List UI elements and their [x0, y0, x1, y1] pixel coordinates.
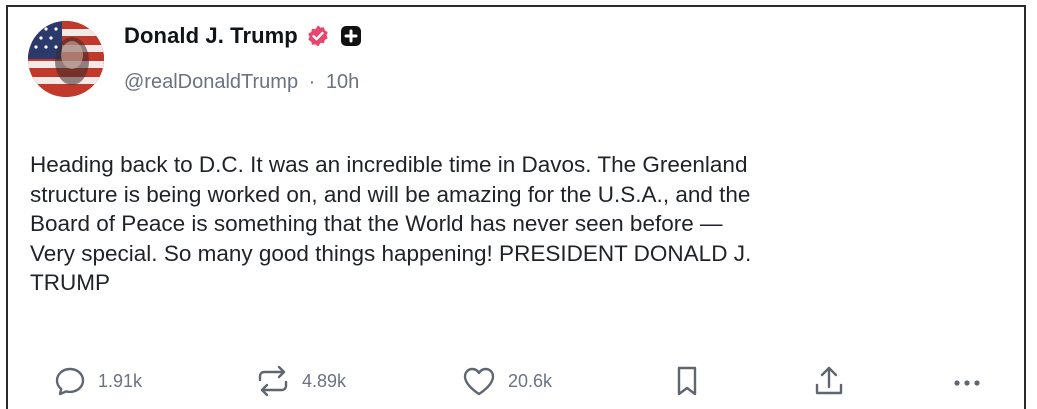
repost-count: 4.89k: [302, 370, 347, 391]
plus-badge-icon: [340, 25, 362, 47]
reply-count: 1.91k: [98, 370, 143, 391]
reply-icon: [52, 363, 88, 399]
verified-icon: [306, 24, 330, 48]
post-body-text: Heading back to D.C. It was an incredibl…: [30, 152, 752, 295]
bookmark-button[interactable]: [671, 361, 703, 401]
like-button[interactable]: 20.6k: [460, 361, 552, 401]
like-count: 20.6k: [508, 370, 553, 391]
bookmark-icon: [671, 363, 703, 399]
separator-dot: ·: [308, 71, 316, 93]
author-name-row: Donald J. Trump: [124, 23, 362, 49]
post-timestamp[interactable]: 10h: [326, 71, 359, 93]
share-button[interactable]: [812, 361, 846, 401]
repost-icon: [254, 363, 292, 399]
author-display-name[interactable]: Donald J. Trump: [124, 23, 298, 49]
repost-button[interactable]: 4.89k: [254, 361, 346, 401]
author-handle[interactable]: @realDonaldTrump: [124, 71, 298, 93]
action-bar: 1.91k 4.89k 20.6k: [8, 361, 1024, 401]
reply-button[interactable]: 1.91k: [52, 361, 142, 401]
more-icon: [950, 363, 984, 399]
avatar[interactable]: [28, 21, 104, 97]
share-icon: [812, 363, 846, 399]
post-card: Donald J. Trump @realDonaldTrump · 10h H…: [6, 5, 1026, 409]
author-handle-row: @realDonaldTrump · 10h: [124, 71, 359, 94]
more-options-button[interactable]: [950, 361, 984, 401]
like-icon: [460, 363, 498, 399]
